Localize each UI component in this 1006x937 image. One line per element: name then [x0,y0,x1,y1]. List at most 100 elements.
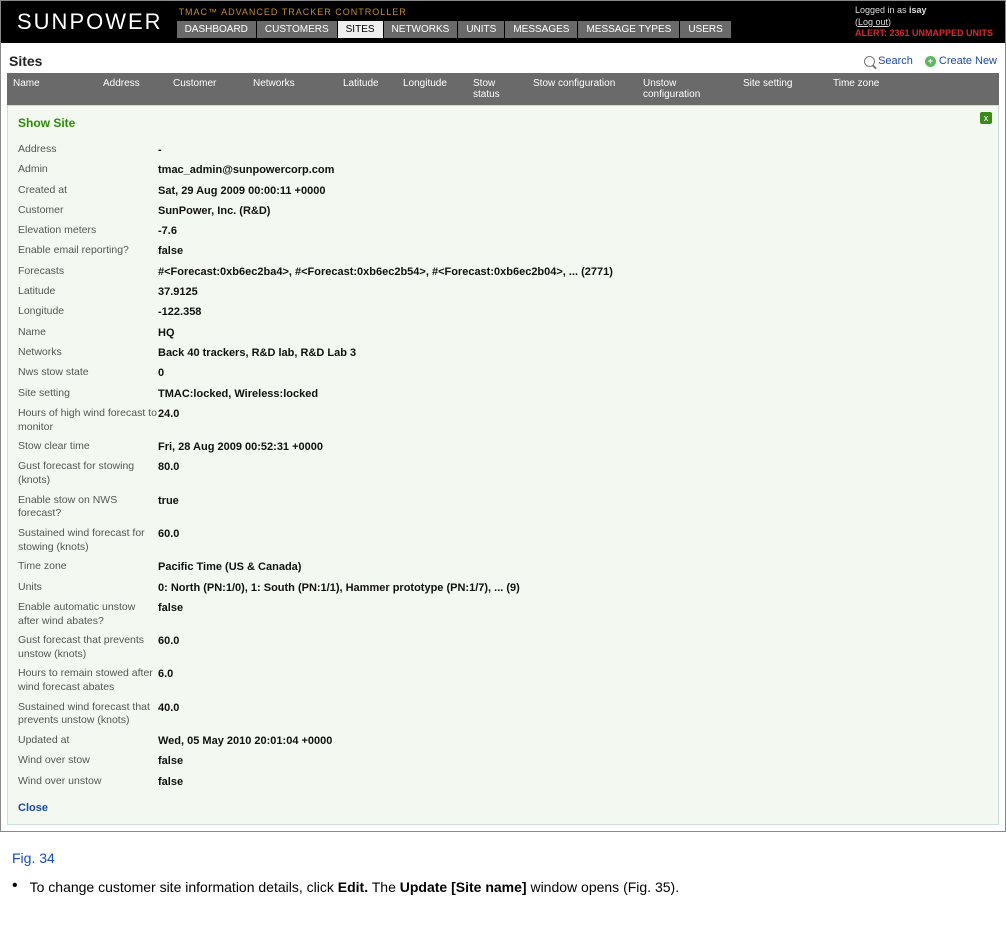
row-longitude: Longitude-122.358 [18,302,988,322]
row-enable-auto-unstow: Enable automatic unstow after wind abate… [18,598,988,631]
tab-users[interactable]: USERS [680,21,730,38]
sites-title: Sites [9,53,42,69]
col-time-zone[interactable]: Time zone [827,73,999,105]
label-enable-email: Enable email reporting? [18,244,158,258]
txt-update: Update [Site name] [400,879,527,895]
label-longitude: Longitude [18,305,158,319]
col-customer[interactable]: Customer [167,73,247,105]
content-area: Sites Search + Create New Name Address C… [1,43,1005,831]
txt-post: window opens (Fig. 35). [527,879,680,895]
row-name: NameHQ [18,323,988,343]
sites-header: Sites Search + Create New [7,49,999,73]
value-enable-stow-nws: true [158,494,179,508]
col-networks[interactable]: Networks [247,73,337,105]
row-nws-stow: Nws stow state0 [18,363,988,383]
label-timezone: Time zone [18,560,158,574]
label-nws-stow: Nws stow state [18,366,158,380]
row-address: Address- [18,140,988,160]
row-stow-clear: Stow clear timeFri, 28 Aug 2009 00:52:31… [18,437,988,457]
row-wind-over-unstow: Wind over unstowfalse [18,772,988,792]
txt-mid: The [368,879,400,895]
tab-customers[interactable]: CUSTOMERS [257,21,337,38]
row-hours-remain-stowed: Hours to remain stowed after wind foreca… [18,664,988,697]
col-stow-config[interactable]: Stow configuration [527,73,637,105]
table-header: Name Address Customer Networks Latitude … [7,73,999,105]
label-admin: Admin [18,163,158,177]
label-forecasts: Forecasts [18,265,158,279]
row-hours-high-wind: Hours of high wind forecast to monitor24… [18,404,988,437]
row-created-at: Created atSat, 29 Aug 2009 00:00:11 +000… [18,181,988,201]
label-address: Address [18,143,158,157]
row-wind-over-stow: Wind over stowfalse [18,751,988,771]
value-admin: tmac_admin@sunpowercorp.com [158,163,334,177]
col-site-setting[interactable]: Site setting [737,73,827,105]
value-wind-over-unstow: false [158,775,183,789]
search-label: Search [878,55,913,67]
row-forecasts: Forecasts#<Forecast:0xb6ec2ba4>, #<Forec… [18,262,988,282]
tab-messages[interactable]: MESSAGES [505,21,577,38]
label-hours-high-wind: Hours of high wind forecast to monitor [18,407,158,434]
row-sustained-prevent-unstow: Sustained wind forecast that prevents un… [18,698,988,731]
col-stow-status[interactable]: Stow status [467,73,527,105]
col-address[interactable]: Address [97,73,167,105]
label-updated-at: Updated at [18,734,158,748]
sites-actions: Search + Create New [864,55,997,67]
value-sustained-prevent-unstow: 40.0 [158,701,179,715]
label-created-at: Created at [18,184,158,198]
tab-units[interactable]: UNITS [458,21,504,38]
col-name[interactable]: Name [7,73,97,105]
label-customer: Customer [18,204,158,218]
row-updated-at: Updated atWed, 05 May 2010 20:01:04 +000… [18,731,988,751]
close-panel-button[interactable]: x [980,112,992,124]
col-longitude[interactable]: Longitude [397,73,467,105]
row-admin: Admintmac_admin@sunpowercorp.com [18,160,988,180]
row-enable-stow-nws: Enable stow on NWS forecast?true [18,491,988,524]
label-elevation: Elevation meters [18,224,158,238]
label-name: Name [18,326,158,340]
label-site-setting: Site setting [18,387,158,401]
label-units: Units [18,581,158,595]
top-bar: SUNPOWER TMAC™ ADVANCED TRACKER CONTROLL… [1,1,1005,43]
row-site-setting: Site settingTMAC:locked, Wireless:locked [18,384,988,404]
app-subtitle: TMAC™ ADVANCED TRACKER CONTROLLER [177,5,731,21]
label-sustained-stow: Sustained wind forecast for stowing (kno… [18,527,158,554]
value-created-at: Sat, 29 Aug 2009 00:00:11 +0000 [158,184,325,198]
value-hours-high-wind: 24.0 [158,407,179,421]
value-longitude: -122.358 [158,305,201,319]
tab-message-types[interactable]: MESSAGE TYPES [578,21,679,38]
nav-column: TMAC™ ADVANCED TRACKER CONTROLLER DASHBO… [177,5,731,38]
value-updated-at: Wed, 05 May 2010 20:01:04 +0000 [158,734,332,748]
row-customer: CustomerSunPower, Inc. (R&D) [18,201,988,221]
value-stow-clear: Fri, 28 Aug 2009 00:52:31 +0000 [158,440,323,454]
alert-unmapped-units[interactable]: ALERT: 2361 UNMAPPED UNITS [855,28,993,40]
value-timezone: Pacific Time (US & Canada) [158,560,301,574]
value-elevation: -7.6 [158,224,177,238]
tab-networks[interactable]: NETWORKS [384,21,458,38]
value-nws-stow: 0 [158,366,164,380]
value-site-setting: TMAC:locked, Wireless:locked [158,387,318,401]
instruction-text: To change customer site information deta… [30,878,679,898]
tab-sites[interactable]: SITES [338,21,383,38]
value-name: HQ [158,326,175,340]
col-unstow-config[interactable]: Unstow configuration [637,73,737,105]
row-networks: NetworksBack 40 trackers, R&D lab, R&D L… [18,343,988,363]
label-gust-stow: Gust forecast for stowing (knots) [18,460,158,487]
value-latitude: 37.9125 [158,285,198,299]
value-sustained-stow: 60.0 [158,527,179,541]
brand-logo: SUNPOWER [9,5,171,43]
col-latitude[interactable]: Latitude [337,73,397,105]
create-new-link[interactable]: + Create New [925,55,997,67]
value-units: 0: North (PN:1/0), 1: South (PN:1/1), Ha… [158,581,520,595]
panel-heading: Show Site [18,112,988,140]
search-link[interactable]: Search [864,55,913,67]
row-latitude: Latitude37.9125 [18,282,988,302]
value-enable-auto-unstow: false [158,601,183,615]
row-elevation: Elevation meters-7.6 [18,221,988,241]
logout-link[interactable]: Log out [858,17,888,27]
label-networks: Networks [18,346,158,360]
close-link[interactable]: Close [18,792,48,814]
label-latitude: Latitude [18,285,158,299]
tab-dashboard[interactable]: DASHBOARD [177,21,256,38]
row-enable-email: Enable email reporting?false [18,241,988,261]
value-gust-prevent-unstow: 60.0 [158,634,179,648]
